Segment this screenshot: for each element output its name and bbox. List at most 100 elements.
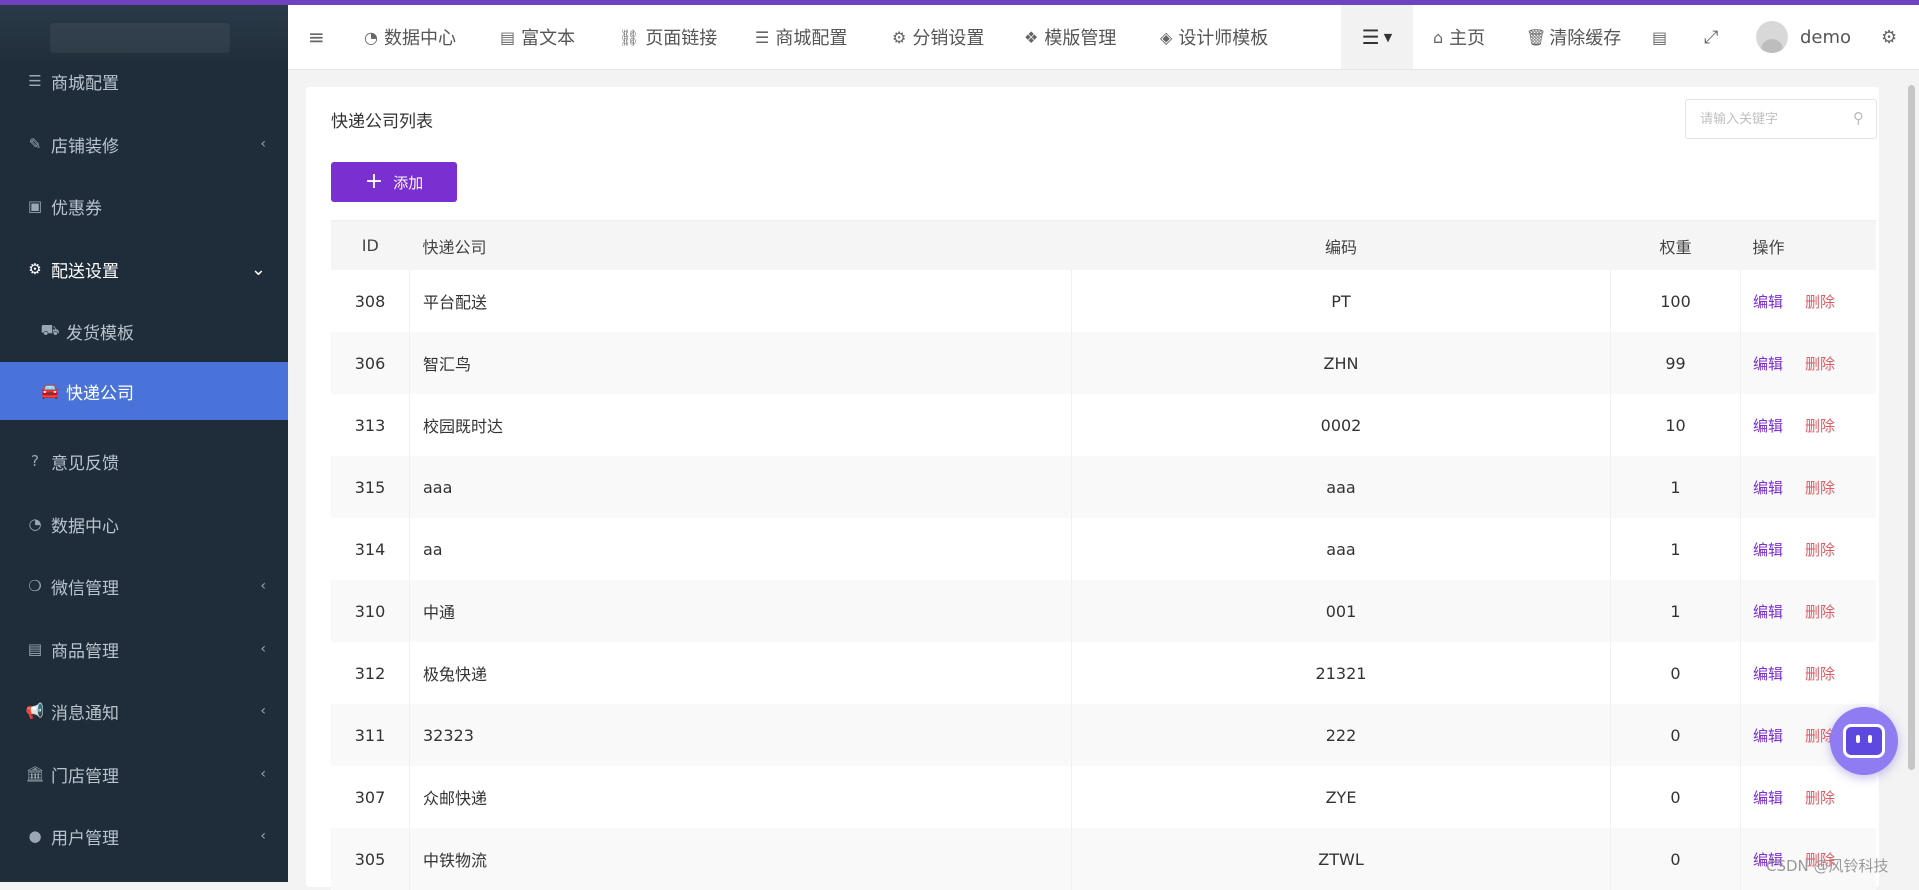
dashboard-icon: ◔ [28,515,42,533]
watermark: CSDN @风铃科技 [1766,857,1889,875]
edit-link[interactable]: 编辑 [1753,417,1783,435]
nav-label: 富文本 [521,28,576,49]
table-row: 305 中铁物流 ZTWL 0 编辑 删除 [331,828,1876,890]
column-header-weight[interactable]: 权重 [1610,220,1741,270]
chat-bot-icon [1843,724,1885,758]
edit-link[interactable]: 编辑 [1753,727,1783,745]
settings-button[interactable]: ⚙ [1881,5,1903,69]
table-row: 314 aa aaa 1 编辑 删除 [331,518,1876,580]
search-input[interactable] [1698,100,1842,138]
sidebar-item-delivery-settings[interactable]: ⚙ 配送设置 ⌄ [0,240,288,298]
cell-code: aaa [1071,518,1611,580]
nav-template-management[interactable]: ❖ 模版管理 [1024,5,1116,69]
cell-name: 中铁物流 [409,828,1072,890]
cell-weight: 0 [1610,642,1741,704]
nav-clear-cache[interactable]: 🗑 清除缓存 [1526,5,1621,69]
sidebar-item-users[interactable]: ● 用户管理 ‹ [0,807,288,865]
table-row: 307 众邮快递 ZYE 0 编辑 删除 [331,766,1876,828]
sidebar-item-products[interactable]: ▤ 商品管理 ‹ [0,620,288,678]
delete-link[interactable]: 删除 [1805,541,1835,559]
sidebar-item-shipping-template[interactable]: ⛟ 发货模板 [0,302,288,360]
cubes-icon: ❖ [1024,27,1039,47]
nav-designer-templates[interactable]: ◈ 设计师模板 [1160,5,1268,69]
delete-link[interactable]: 删除 [1805,293,1835,311]
money-icon: ▣ [27,197,43,215]
cell-id: 314 [331,518,410,580]
sidebar-item-label: 配送设置 [51,261,119,282]
search-icon[interactable]: ⚲ [1853,109,1864,127]
sidebar-item-coupon[interactable]: ▣ 优惠券 [0,177,288,235]
column-header-code[interactable]: 编码 [1071,220,1611,270]
delete-link[interactable]: 删除 [1805,665,1835,683]
nav-label: 设计师模板 [1178,28,1269,49]
car-icon: 🚘 [40,382,60,400]
chevron-left-icon: ‹ [260,828,266,844]
delete-link[interactable]: 删除 [1805,417,1835,435]
sidebar-item-mall-config[interactable]: ☰ 商城配置 [0,52,288,110]
cell-name: 极兔快递 [409,642,1072,704]
cell-weight: 1 [1610,518,1741,580]
nav-mall-config[interactable]: ☰ 商城配置 [755,5,847,69]
delete-link[interactable]: 删除 [1805,789,1835,807]
nav-label: 页面链接 [645,28,718,49]
question-icon: ? [31,452,39,470]
delete-link[interactable]: 删除 [1805,355,1835,373]
home-icon: ⌂ [1433,27,1444,47]
cell-weight: 0 [1610,828,1741,890]
sidebar-item-data-center[interactable]: ◔ 数据中心 [0,495,288,553]
cell-name: 智汇鸟 [409,332,1072,394]
cell-code: PT [1071,270,1611,332]
column-header-name[interactable]: 快递公司 [409,220,1072,270]
dashboard-icon: ◔ [364,27,378,47]
sidebar-item-feedback[interactable]: ? 意见反馈 [0,432,288,490]
nav-rich-text[interactable]: ▤ 富文本 [500,5,575,69]
edit-link[interactable]: 编辑 [1753,479,1783,497]
cell-id: 310 [331,580,410,642]
menu-toggle-button[interactable]: ≡ [308,5,331,69]
express-company-table: ID 快递公司 编码 权重 操作 308 平台配送 PT 100 编辑 删除 30… [331,220,1876,890]
cell-name: 平台配送 [409,270,1072,332]
cell-name: aaa [409,456,1072,518]
cell-name: 众邮快递 [409,766,1072,828]
bank-icon: 🏛 [25,765,45,783]
expand-icon: ⤢ [1704,26,1719,48]
cell-weight: 0 [1610,704,1741,766]
cell-ops: 编辑 删除 [1740,456,1876,518]
page-scrollbar[interactable] [1908,85,1915,770]
cell-weight: 100 [1610,270,1741,332]
user-menu[interactable]: demo [1756,5,1851,69]
delete-link[interactable]: 删除 [1805,603,1835,621]
edit-link[interactable]: 编辑 [1753,293,1783,311]
sidebar-item-label: 商城配置 [51,73,119,94]
cell-weight: 99 [1610,332,1741,394]
delete-link[interactable]: 删除 [1805,479,1835,497]
edit-link[interactable]: 编辑 [1753,789,1783,807]
sidebar-item-label: 门店管理 [51,766,119,787]
sidebar-item-stores[interactable]: 🏛 门店管理 ‹ [0,745,288,803]
edit-link[interactable]: 编辑 [1753,355,1783,373]
nav-page-links[interactable]: ⛓ 页面链接 [619,5,717,69]
sidebar-item-notifications[interactable]: 📢 消息通知 ‹ [0,682,288,740]
sidebar-item-express-company[interactable]: 🚘 快递公司 [0,362,288,420]
hamburger-icon: ≡ [308,25,325,49]
fullscreen-button[interactable]: ⤢ [1704,5,1724,69]
nav-distribution-settings[interactable]: ⚙ 分销设置 [892,5,984,69]
nav-doc-button[interactable]: ▤ [1652,5,1673,69]
cell-id: 306 [331,332,410,394]
cell-weight: 0 [1610,766,1741,828]
page-title: 快递公司列表 [331,112,433,132]
chat-assistant-button[interactable] [1830,707,1898,775]
nav-home[interactable]: ⌂ 主页 [1433,5,1485,69]
table-row: 313 校园既时达 0002 10 编辑 删除 [331,394,1876,456]
edit-link[interactable]: 编辑 [1753,603,1783,621]
trash-icon: 🗑 [1526,27,1547,47]
nav-data-center[interactable]: ◔ 数据中心 [364,5,456,69]
edit-link[interactable]: 编辑 [1753,665,1783,683]
edit-link[interactable]: 编辑 [1753,541,1783,559]
table-row: 308 平台配送 PT 100 编辑 删除 [331,270,1876,332]
column-header-id[interactable]: ID [331,220,410,270]
nav-more-dropdown[interactable]: ☰ ▼ [1341,5,1413,69]
add-button[interactable]: + 添加 [331,162,457,202]
sidebar-item-store-decor[interactable]: ✎ 店铺装修 ‹ [0,115,288,173]
sidebar-item-wechat[interactable]: ❍ 微信管理 ‹ [0,557,288,615]
